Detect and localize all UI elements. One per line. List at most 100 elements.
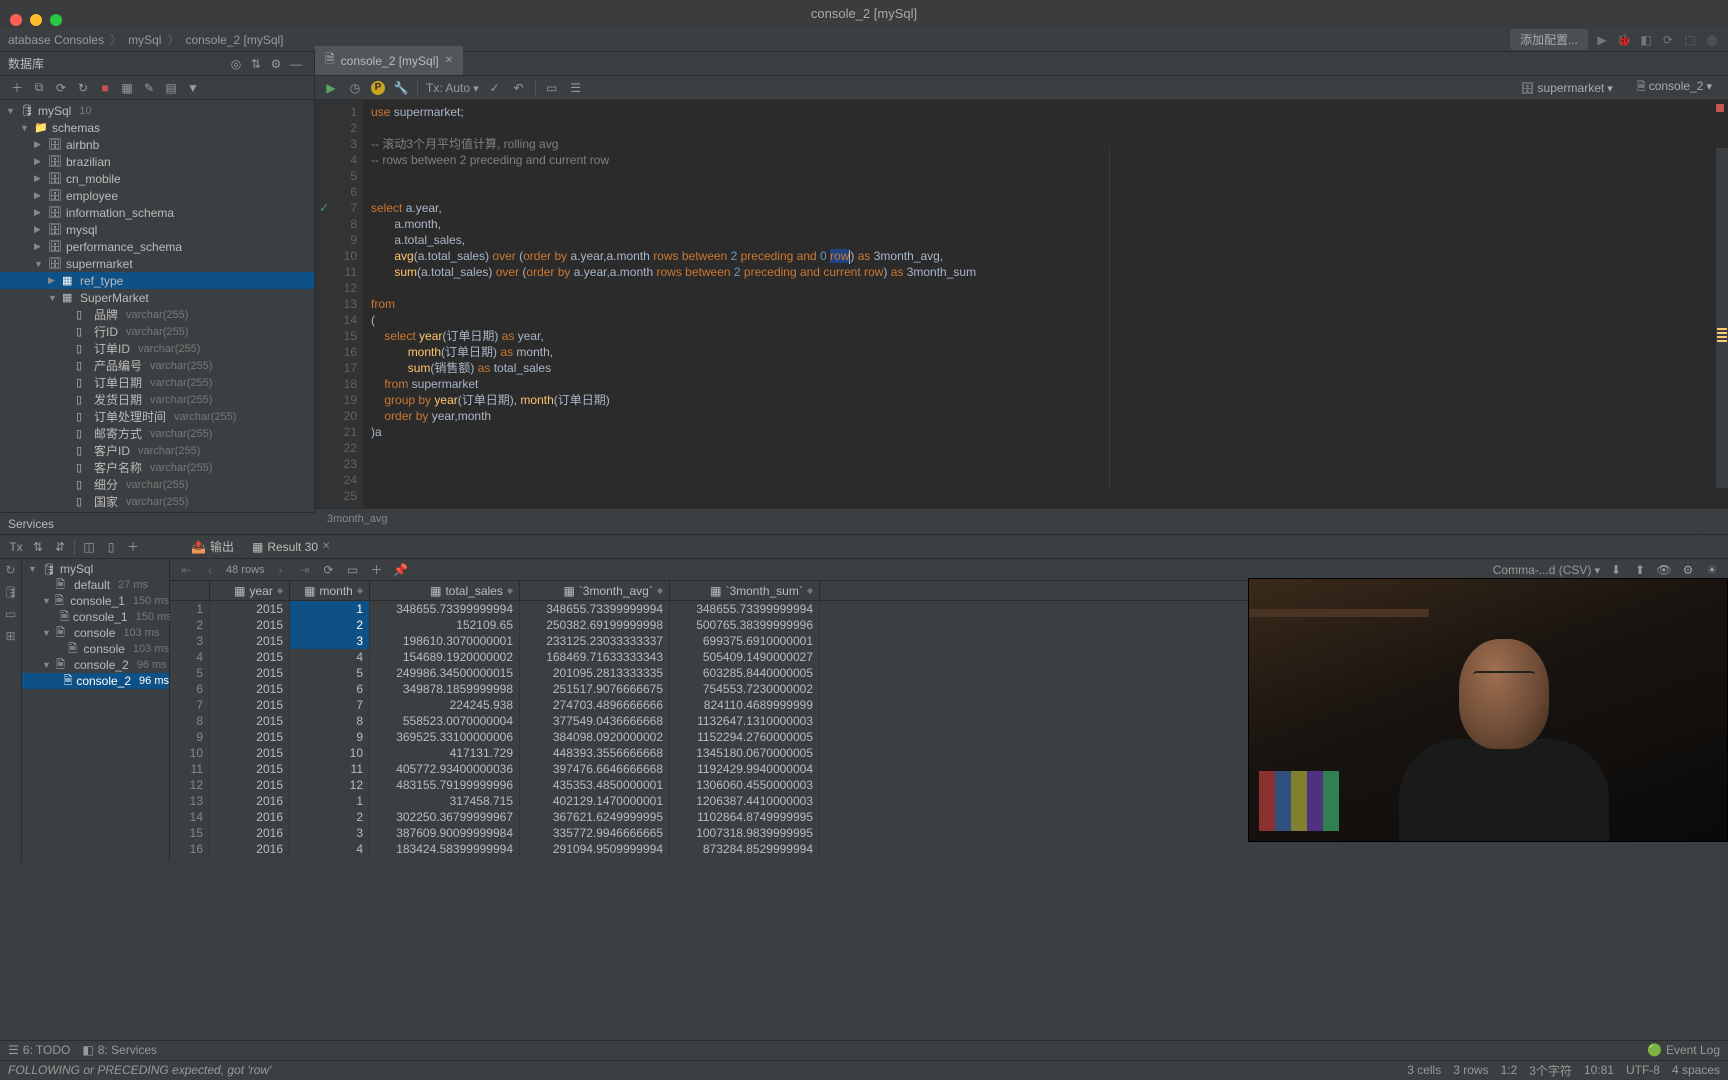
column-item[interactable]: ▯客户IDvarchar(255) [0, 442, 314, 459]
reload-icon[interactable]: ⟳ [321, 563, 337, 577]
edit-icon[interactable]: ✎ [140, 81, 158, 95]
close-tab-icon[interactable]: ✕ [445, 55, 453, 66]
wrench-icon[interactable]: 🔧 [393, 81, 409, 95]
hide-icon[interactable]: — [286, 57, 306, 71]
clock-icon[interactable]: ◷ [347, 81, 363, 95]
indent[interactable]: 4 spaces [1672, 1063, 1720, 1077]
svc-child[interactable]: 🗎console_296 ms [22, 673, 169, 689]
svc-item[interactable]: ▼🗎console_1150 ms [22, 593, 169, 609]
add-icon[interactable]: ＋ [8, 79, 26, 96]
schema-item[interactable]: ▶🗄mysql [0, 221, 314, 238]
upload-icon[interactable]: ⬆ [1632, 563, 1648, 577]
datasource-schema[interactable]: 🗄 supermarket ▾ [1512, 79, 1620, 97]
refresh-icon[interactable]: ⟳ [52, 81, 70, 95]
todo-toolwindow[interactable]: ☰ 6: TODO [8, 1043, 70, 1057]
search-icon[interactable]: ◎ [1704, 33, 1720, 47]
run-icon[interactable]: ▶ [1594, 33, 1610, 47]
next-page-icon[interactable]: › [273, 563, 289, 577]
table-row[interactable]: 1620164183424.58399999994291094.95099999… [170, 841, 1728, 857]
add-row-icon[interactable]: ＋ [369, 561, 385, 578]
schema-item[interactable]: ▶🗄brazilian [0, 153, 314, 170]
cols-icon[interactable]: ☰ [568, 81, 584, 95]
column-item[interactable]: ▯发货日期varchar(255) [0, 391, 314, 408]
run-config-dropdown[interactable]: 添加配置... [1510, 29, 1588, 50]
rollback-icon[interactable]: ↶ [511, 81, 527, 95]
schema-item[interactable]: ▶🗄cn_mobile [0, 170, 314, 187]
result-tab[interactable]: ▦Result 30✕ [246, 538, 336, 556]
column-item[interactable]: ▯国家varchar(255) [0, 493, 314, 510]
svc-item[interactable]: ▼🗎console_296 ms [22, 657, 169, 673]
tx-mode[interactable]: Tx: Auto ▾ [426, 81, 479, 95]
column-item[interactable]: ▯订单IDvarchar(255) [0, 340, 314, 357]
group-icon[interactable]: ◫ [81, 540, 97, 554]
svc-child[interactable]: 🗎console_1150 ms [22, 609, 169, 625]
filter-icon[interactable]: ▼ [184, 81, 202, 95]
breadcrumb-a[interactable]: atabase Consoles [8, 33, 104, 47]
plan-icon[interactable]: P [371, 81, 385, 95]
execute-icon[interactable]: ▶ [323, 81, 339, 95]
output-icon[interactable]: ▭ [5, 607, 16, 621]
last-page-icon[interactable]: ⇥ [297, 563, 313, 577]
event-log[interactable]: 🟢 Event Log [1647, 1043, 1720, 1057]
svc-item[interactable]: ▼🗎console103 ms [22, 625, 169, 641]
breadcrumb-c[interactable]: console_2 [mySql] [185, 33, 283, 47]
cancel-icon[interactable]: ▭ [345, 563, 361, 577]
schema-item[interactable]: ▶🗄airbnb [0, 136, 314, 153]
layout-icon[interactable]: ⊞ [5, 629, 15, 643]
column-item[interactable]: ▯产品编号varchar(255) [0, 357, 314, 374]
target-icon[interactable]: ◎ [226, 57, 246, 71]
prev-page-icon[interactable]: ‹ [202, 563, 218, 577]
settings-icon[interactable]: ⚙ [1680, 563, 1696, 577]
gutter[interactable]: 123456 789101112 131415161718 1920212223… [315, 100, 363, 508]
export-format[interactable]: Comma-...d (CSV) ▾ [1493, 563, 1600, 577]
db-icon[interactable]: 🛢 [3, 585, 18, 599]
output-tab[interactable]: 📤输出 [185, 536, 240, 557]
coverage-icon[interactable]: ◧ [1638, 33, 1654, 47]
schema-item[interactable]: ▶🗄performance_schema [0, 238, 314, 255]
column-item[interactable]: ▯订单处理时间varchar(255) [0, 408, 314, 425]
editor-breadcrumb[interactable]: 3month_avg [315, 508, 1728, 528]
column-item[interactable]: ▯品牌varchar(255) [0, 306, 314, 323]
caret-position[interactable]: 10:81 [1584, 1063, 1614, 1077]
pin-icon[interactable]: 📌 [393, 563, 409, 577]
copy-icon[interactable]: ⧉ [30, 80, 48, 95]
rerun-icon[interactable]: ↻ [5, 563, 15, 577]
stop-icon[interactable]: ■ [96, 81, 114, 95]
transpose-icon[interactable]: ☀ [1704, 563, 1720, 577]
layout-icon[interactable]: ▯ [103, 540, 119, 554]
tx-icon[interactable]: Tx [8, 540, 24, 554]
datasource-session[interactable]: 🗎 console_2 ▾ [1629, 76, 1720, 99]
column-item[interactable]: ▯行IDvarchar(255) [0, 323, 314, 340]
debug-icon[interactable]: 🐞 [1616, 33, 1632, 47]
column-item[interactable]: ▯省/自治区varchar(255) [0, 510, 314, 512]
column-item[interactable]: ▯订单日期varchar(255) [0, 374, 314, 391]
download-icon[interactable]: ⬇ [1608, 563, 1624, 577]
cancel-icon[interactable]: ▭ [544, 81, 560, 95]
column-item[interactable]: ▯邮寄方式varchar(255) [0, 425, 314, 442]
table-icon[interactable]: ▦ [118, 81, 136, 95]
view-icon[interactable]: 👁 [1656, 563, 1672, 577]
vcs-icon[interactable]: ⬚ [1682, 33, 1698, 47]
schema-item[interactable]: ▶🗄information_schema [0, 204, 314, 221]
services-toolwindow[interactable]: ◧ 8: Services [82, 1043, 157, 1057]
svc-child[interactable]: 🗎console103 ms [22, 641, 169, 657]
encoding[interactable]: UTF-8 [1626, 1063, 1660, 1077]
stop-icon[interactable]: ⟳ [1660, 33, 1676, 47]
database-tree[interactable]: ▼🛢mySql10 ▼📁schemas ▶🗄airbnb▶🗄brazilian▶… [0, 100, 314, 512]
gear-icon[interactable]: ⚙ [266, 57, 286, 71]
column-item[interactable]: ▯细分varchar(255) [0, 476, 314, 493]
table-ref-type[interactable]: ▶▦ref_type [0, 272, 314, 289]
first-page-icon[interactable]: ⇤ [178, 563, 194, 577]
schema-item[interactable]: ▶🗄employee [0, 187, 314, 204]
sync-icon[interactable]: ↻ [74, 81, 92, 95]
filter-icon[interactable]: ⇵ [52, 540, 68, 554]
tree-icon[interactable]: ⇅ [30, 540, 46, 554]
commit-icon[interactable]: ✓ [487, 81, 503, 95]
services-tree[interactable]: ▼🛢mySql 🗎default27 ms▼🗎console_1150 ms🗎c… [22, 559, 170, 862]
add-icon[interactable]: ＋ [125, 538, 141, 555]
ddl-icon[interactable]: ▤ [162, 81, 180, 95]
file-tab[interactable]: 🗎 console_2 [mySql] ✕ [315, 46, 463, 75]
svc-item[interactable]: 🗎default27 ms [22, 577, 169, 593]
expand-icon[interactable]: ⇅ [246, 57, 266, 71]
column-item[interactable]: ▯客户名称varchar(255) [0, 459, 314, 476]
